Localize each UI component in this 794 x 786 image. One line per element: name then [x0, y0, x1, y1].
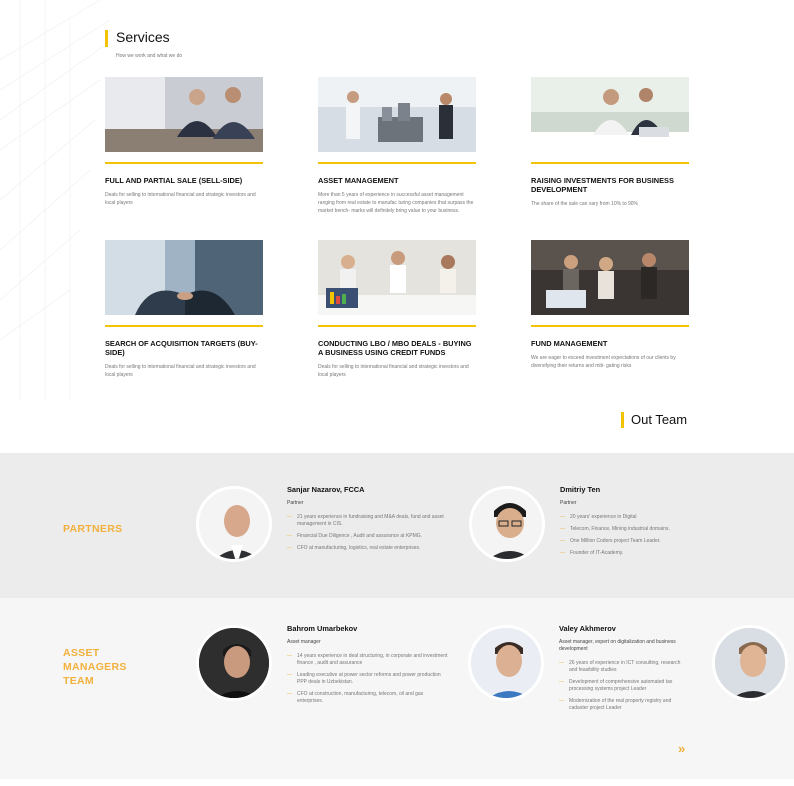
accent-bar	[105, 30, 108, 47]
service-photo	[105, 240, 263, 315]
service-title: CONDUCTING LBO / MBO DEALS - BUYING A BU…	[318, 339, 472, 357]
person-name: Valey Akhmerov	[559, 624, 616, 633]
services-title: Services	[116, 29, 170, 45]
service-title: ASSET MANAGEMENT	[318, 176, 399, 185]
highlight-item: 14 years experience in deal structuring,…	[287, 653, 449, 667]
service-card-sell-side[interactable]: FULL AND PARTIAL SALE (SELL-SIDE) Deals …	[105, 77, 263, 207]
service-description: The share of the sale can vary from 10% …	[531, 201, 638, 207]
service-photo	[318, 240, 476, 315]
highlight-item: One Million Coders project Team Leader.	[560, 538, 730, 545]
card-divider	[105, 162, 263, 164]
highlight-item: 21 years experience in fundraising and M…	[287, 514, 452, 528]
highlight-item: Founder of IT-Academy.	[560, 550, 730, 557]
person-role: Partner	[560, 500, 577, 506]
service-card-buy-side[interactable]: SEARCH OF ACQUISITION TARGETS (BUY-SIDE)…	[105, 240, 263, 379]
service-card-lbo-mbo[interactable]: CONDUCTING LBO / MBO DEALS - BUYING A BU…	[318, 240, 476, 379]
avatar	[196, 486, 272, 562]
service-photo	[531, 240, 689, 315]
partners-label: PARTNERS	[63, 523, 123, 535]
label-line: MANAGERS	[63, 661, 127, 673]
partner-card: Dmitriy Ten Partner 20 years' experience…	[560, 485, 730, 562]
person-name: Dmitriy Ten	[560, 485, 601, 494]
service-title: RAISING INVESTMENTS FOR BUSINESS DEVELOP…	[531, 176, 674, 194]
card-divider	[318, 325, 476, 327]
person-highlights: 14 years experience in deal structuring,…	[287, 653, 449, 705]
card-divider	[318, 162, 476, 164]
card-divider	[531, 162, 689, 164]
service-photo	[531, 77, 689, 152]
service-card-fund-management[interactable]: FUND MANAGEMENT We are eager to exceed i…	[531, 240, 689, 370]
service-photo	[318, 77, 476, 152]
person-highlights: 21 years experience in fundraising and M…	[287, 514, 452, 552]
service-card-asset-management[interactable]: ASSET MANAGEMENT More than 5 years of ex…	[318, 77, 476, 215]
highlight-item: Development of comprehensive automated t…	[559, 679, 689, 693]
highlight-item: Modernization of the real property regis…	[559, 698, 689, 712]
avatar	[196, 625, 272, 701]
card-divider	[105, 325, 263, 327]
card-divider	[531, 325, 689, 327]
next-arrow-button[interactable]: »	[678, 741, 685, 756]
highlight-item: Telecom, Finance, Mining industrial doma…	[560, 526, 730, 533]
avatar	[468, 625, 544, 701]
partner-card: Sanjar Nazarov, FCCA Partner 21 years ex…	[287, 485, 452, 557]
manager-card: Valey Akhmerov Asset manager, expert on …	[559, 624, 689, 717]
team-title: Out Team	[631, 412, 688, 427]
highlight-item: 26 years of experience in ICT consulting…	[559, 660, 689, 674]
label-line: TEAM	[63, 675, 94, 687]
highlight-item: CFO at manufacturing, logistics, real es…	[287, 545, 452, 552]
service-description: Deals for selling to international finan…	[318, 364, 469, 378]
manager-card: Bahrom Umarbekov Asset manager 14 years …	[287, 624, 449, 710]
service-title: SEARCH OF ACQUISITION TARGETS (BUY-SIDE)	[105, 339, 258, 357]
service-title: FULL AND PARTIAL SALE (SELL-SIDE)	[105, 176, 243, 185]
highlight-item: Financial Due Diligence , Audit and assu…	[287, 533, 452, 540]
services-subtitle: How we work and what we do	[116, 53, 183, 59]
person-role: Partner	[287, 500, 304, 506]
service-title: FUND MANAGEMENT	[531, 339, 608, 348]
service-card-raising-investments[interactable]: RAISING INVESTMENTS FOR BUSINESS DEVELOP…	[531, 77, 689, 208]
person-highlights: 26 years of experience in ICT consulting…	[559, 660, 689, 712]
person-name: Sanjar Nazarov, FCCA	[287, 485, 365, 494]
person-highlights: 20 years' experience in Digital Telecom,…	[560, 514, 730, 557]
person-name: Bahrom Umarbekov	[287, 624, 358, 633]
service-description: We are eager to exceed investment expect…	[531, 355, 676, 369]
avatar	[469, 486, 545, 562]
service-description: More than 5 years of experience in succe…	[318, 192, 474, 214]
asset-managers-label: ASSET MANAGERS TEAM	[63, 646, 127, 688]
person-role: Asset manager	[287, 639, 321, 645]
service-description: Deals for selling to international finan…	[105, 364, 256, 378]
label-line: ASSET	[63, 647, 100, 659]
service-description: Deals for selling to international finan…	[105, 192, 256, 206]
highlight-item: CFO at construction, manufacturing, tele…	[287, 691, 449, 705]
person-role: Asset manager, expert on digitalization …	[559, 639, 676, 652]
avatar	[712, 625, 788, 701]
accent-bar	[621, 412, 624, 428]
highlight-item: Leading executive at power sector reform…	[287, 672, 449, 686]
highlight-item: 20 years' experience in Digital	[560, 514, 730, 521]
service-photo	[105, 77, 263, 152]
